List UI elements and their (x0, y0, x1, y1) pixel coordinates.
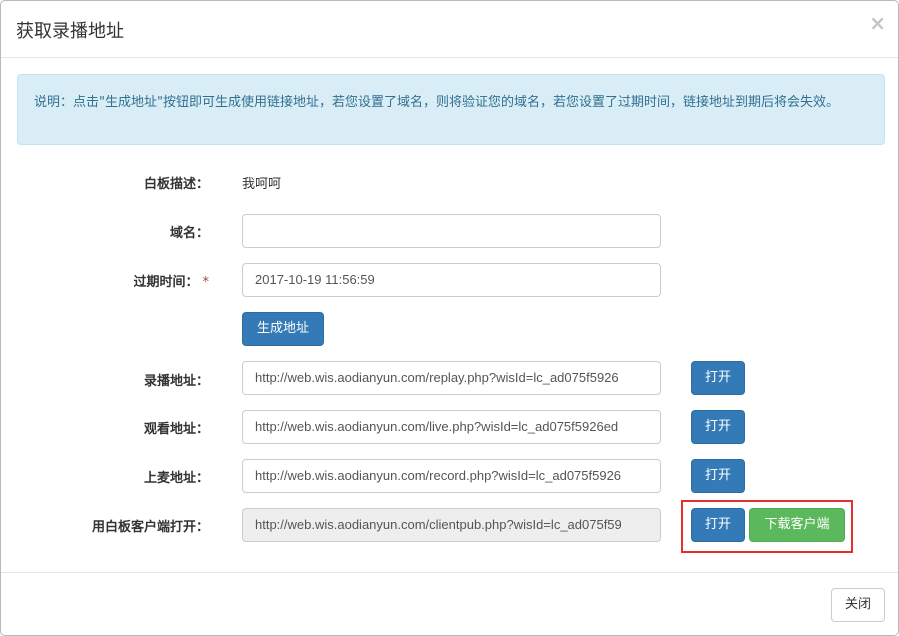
expire-label: 过期时间： * (9, 271, 209, 290)
expire-label-text: 过期时间： (133, 275, 199, 290)
open-record-button[interactable]: 打开 (691, 459, 745, 493)
record-label: 上麦地址： (143, 471, 209, 486)
client-url-input: http://web.wis.aodianyun.com/clientpub.p… (242, 508, 661, 542)
board-desc-value: 我呵呵 (242, 177, 282, 192)
info-alert: 说明：点击"生成地址"按钮即可生成使用链接地址，若您设置了域名，则将验证您的域名… (17, 74, 885, 145)
record-url-input[interactable]: http://web.wis.aodianyun.com/record.php?… (242, 459, 661, 493)
close-icon[interactable]: × (869, 12, 886, 34)
record-address-modal: 获取录播地址 × 说明：点击"生成地址"按钮即可生成使用链接地址，若您设置了域名… (0, 0, 899, 636)
modal-title: 获取录播地址 (16, 21, 124, 42)
live-label: 观看地址： (143, 422, 209, 437)
generate-address-button[interactable]: 生成地址 (242, 312, 324, 346)
expire-input[interactable]: 2017-10-19 11:56:59 (242, 263, 661, 297)
board-desc-label: 白板描述： (143, 177, 209, 192)
live-url-input[interactable]: http://web.wis.aodianyun.com/live.php?wi… (242, 410, 661, 444)
highlight-box (681, 500, 853, 553)
close-button[interactable]: 关闭 (831, 588, 885, 622)
domain-label: 域名： (169, 226, 209, 241)
required-mark: * (202, 275, 210, 290)
replay-url-input[interactable]: http://web.wis.aodianyun.com/replay.php?… (242, 361, 661, 395)
domain-input[interactable] (242, 214, 661, 248)
open-live-button[interactable]: 打开 (691, 410, 745, 444)
replay-label: 录播地址： (143, 374, 209, 389)
open-replay-button[interactable]: 打开 (691, 361, 745, 395)
modal-footer-divider (1, 572, 898, 573)
modal-header: 获取录播地址 × (1, 1, 898, 58)
client-label: 用白板客户端打开： (91, 520, 209, 535)
